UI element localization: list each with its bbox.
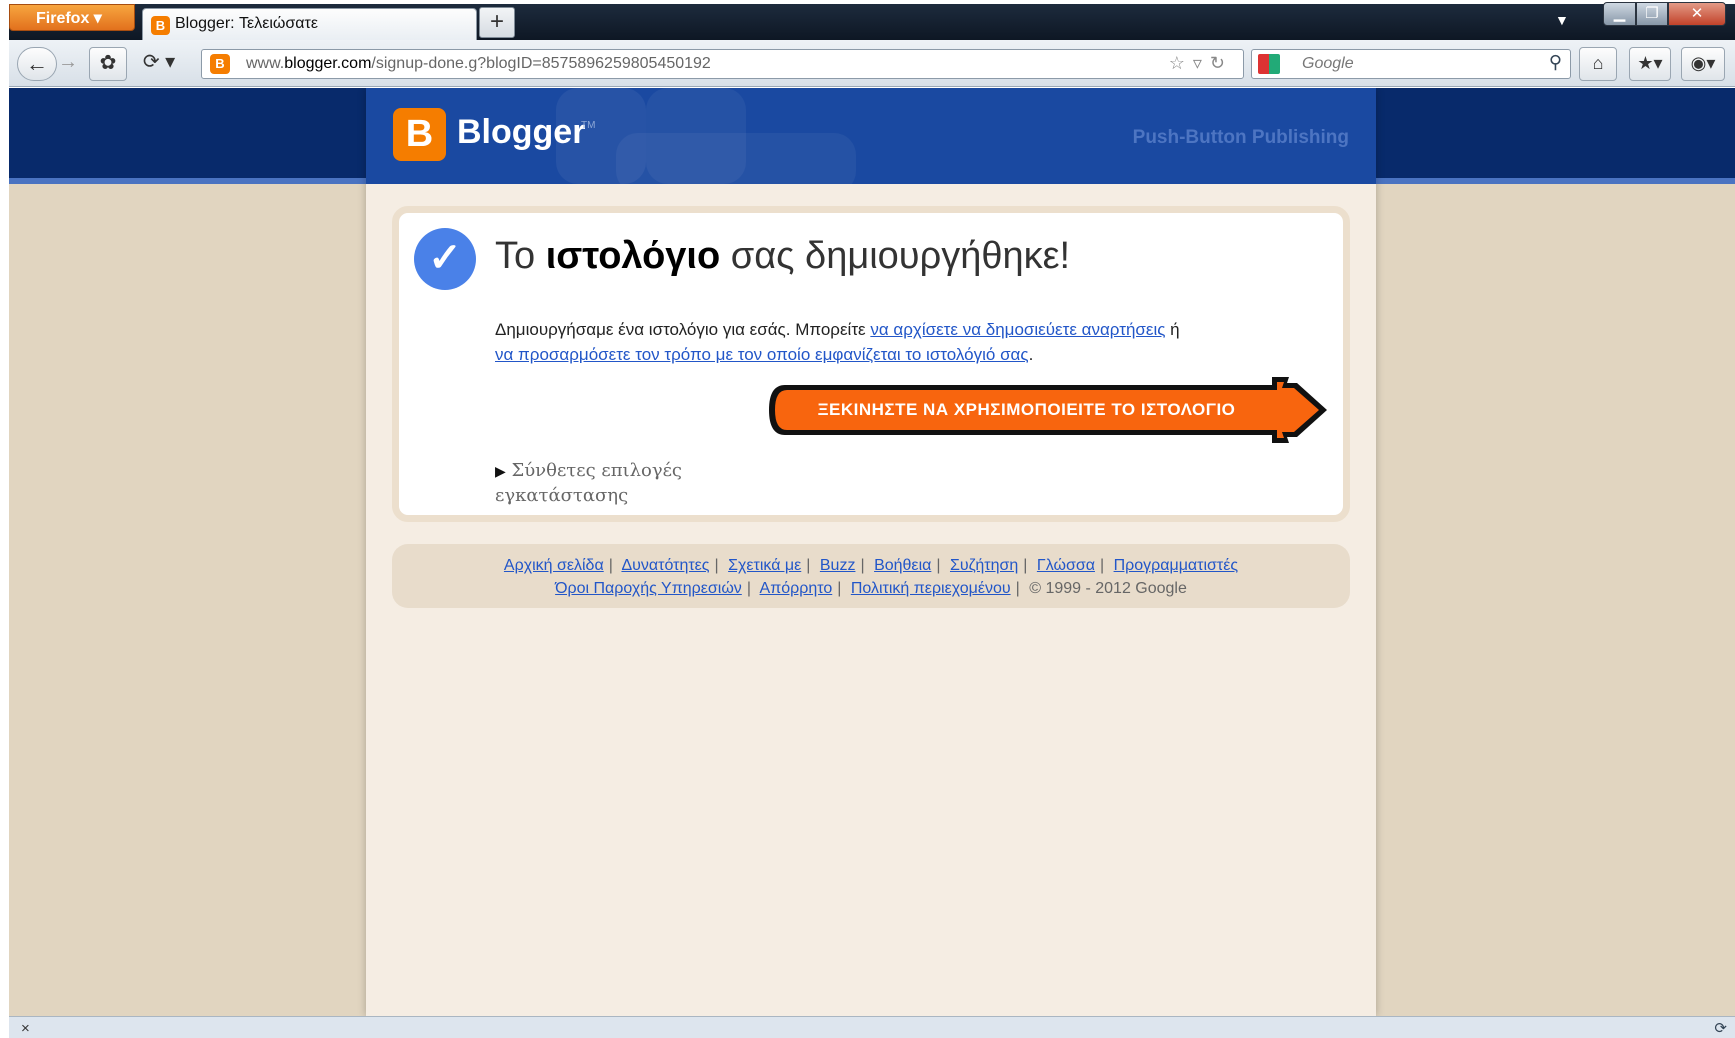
url-path: /signup-done.g?blogID=857589625980545019…	[371, 55, 711, 72]
start-blogging-label: ΞΕΚΙΝΗΣΤΕ ΝΑ ΧΡΗΣΙΜΟΠΟΙΕΙΤΕ ΤΟ ΙΣΤΟΛΟΓΙΟ	[817, 400, 1236, 419]
triangle-right-icon: ▶	[495, 464, 506, 480]
navigation-toolbar: ← → ✿ ⟳ ▾ B www.blogger.com/signup-done.…	[9, 40, 1735, 87]
footer-link-buzz[interactable]: Buzz	[820, 557, 856, 574]
description-end: .	[1028, 345, 1034, 364]
main-column: B Blogger TM Push-Button Publishing ✓ Το…	[366, 88, 1376, 1016]
google-search-engine-icon[interactable]	[1258, 54, 1280, 74]
url-prefix: www.	[246, 55, 285, 72]
forward-icon[interactable]: →	[55, 47, 81, 81]
description-or: ή	[1165, 320, 1180, 339]
title-text-end: σας δημιουργήθηκε!	[720, 235, 1071, 277]
window-controls: ▁ ❐ ✕	[1603, 2, 1729, 28]
description-text: Δημιουργήσαμε ένα ιστολόγιο για εσάς. Μπ…	[495, 320, 871, 339]
bookmark-star-icon[interactable]: ☆▿↻	[1169, 53, 1233, 74]
sync-icon[interactable]: ⟳ ▾	[133, 47, 185, 81]
success-card: ✓ Το ιστολόγιο σας δημιουργήθηκε! Δημιου…	[392, 206, 1350, 522]
footer-row-2: Όροι Παροχής Υπηρεσιών | Απόρρητο | Πολιτι…	[555, 580, 1187, 597]
sync-status-icon[interactable]: ⟳	[1714, 1019, 1727, 1037]
footer-link-privacy[interactable]: Απόρρητο	[760, 580, 833, 597]
restore-icon[interactable]: ❐	[1636, 2, 1668, 26]
tab-blogger[interactable]: B Blogger: Τελειώσατε	[142, 8, 477, 41]
extension-icon[interactable]: ◉▾	[1681, 47, 1725, 81]
firefox-menu-label: Firefox	[36, 10, 90, 27]
header-decoration	[616, 133, 856, 184]
start-blogging-button[interactable]: ΞΕΚΙΝΗΣΤΕ ΝΑ ΧΡΗΣΙΜΟΠΟΙΕΙΤΕ ΤΟ ΙΣΤΟΛΟΓΙΟ	[767, 375, 1327, 445]
footer-link-discuss[interactable]: Συζήτηση	[950, 557, 1018, 574]
footer-link-help[interactable]: Βοήθεια	[874, 557, 931, 574]
title-bold: ιστολόγιο	[545, 235, 721, 277]
url-host: blogger.com	[284, 55, 372, 72]
home-icon[interactable]: ⌂	[1579, 47, 1617, 81]
description: Δημιουργήσαμε ένα ιστολόγιο για εσάς. Μπ…	[495, 317, 1315, 367]
search-placeholder: Google	[1302, 55, 1354, 72]
footer-row-1: Αρχική σελίδα | Δυνατότητες | Σχετικά με | …	[503, 557, 1239, 574]
search-input[interactable]: Google ⚲	[1251, 49, 1571, 79]
blogger-header: B Blogger TM Push-Button Publishing	[366, 88, 1376, 184]
advanced-setup-toggle[interactable]: ▶ Σύνθετες επιλογές εγκατάστασης	[495, 459, 715, 508]
browser-window: Firefox ▾ B Blogger: Τελειώσατε + ▼ ▁ ❐ …	[0, 0, 1735, 1038]
addon-icon[interactable]: ✿	[89, 47, 127, 81]
footer: Αρχική σελίδα | Δυνατότητες | Σχετικά με | …	[392, 544, 1350, 608]
advanced-setup-label: Σύνθετες επιλογές εγκατάστασης	[495, 460, 682, 506]
footer-link-about[interactable]: Σχετικά με	[728, 557, 801, 574]
minimize-icon[interactable]: ▁	[1603, 2, 1636, 26]
tagline: Push-Button Publishing	[1132, 127, 1349, 148]
page-content: B Blogger TM Push-Button Publishing ✓ Το…	[9, 88, 1735, 1016]
blogger-logo-text[interactable]: Blogger	[457, 113, 585, 152]
title-text: Το	[495, 235, 546, 277]
list-all-tabs-icon[interactable]: ▼	[1555, 12, 1569, 28]
copyright: © 1999 - 2012 Google	[1029, 580, 1187, 597]
customize-blog-link[interactable]: να προσαρμόσετε τον τρόπο με τον οποίο ε…	[495, 345, 1029, 364]
new-tab-button[interactable]: +	[479, 7, 515, 38]
footer-link-content-policy[interactable]: Πολιτική περιεχομένου	[851, 580, 1011, 597]
tab-title: Blogger: Τελειώσατε	[175, 15, 318, 32]
trademark: TM	[581, 120, 596, 131]
blogger-favicon-icon: B	[151, 16, 170, 35]
bookmarks-icon[interactable]: ★▾	[1629, 47, 1671, 81]
status-bar: × ⟳	[9, 1016, 1735, 1038]
blogger-logo-icon[interactable]: B	[393, 108, 446, 161]
page-title: Το ιστολόγιο σας δημιουργήθηκε!	[495, 235, 1070, 278]
firefox-menu-button[interactable]: Firefox ▾	[9, 4, 135, 31]
close-addon-bar-icon[interactable]: ×	[21, 1020, 30, 1037]
footer-link-developers[interactable]: Προγραμματιστές	[1114, 557, 1239, 574]
chevron-down-icon: ▾	[93, 10, 102, 27]
close-window-icon[interactable]: ✕	[1668, 2, 1726, 26]
footer-link-language[interactable]: Γλώσσα	[1037, 557, 1095, 574]
checkmark-icon: ✓	[414, 228, 476, 290]
address-bar[interactable]: B www.blogger.com/signup-done.g?blogID=8…	[201, 49, 1244, 79]
start-posting-link[interactable]: να αρχίσετε να δημοσιεύετε αναρτήσεις	[870, 320, 1165, 339]
back-icon[interactable]: ←	[17, 47, 57, 81]
footer-link-home[interactable]: Αρχική σελίδα	[504, 557, 604, 574]
search-icon[interactable]: ⚲	[1549, 52, 1562, 73]
footer-link-terms[interactable]: Όροι Παροχής Υπηρεσιών	[555, 580, 742, 597]
footer-link-features[interactable]: Δυνατότητες	[621, 557, 709, 574]
blogger-favicon-icon: B	[210, 54, 230, 74]
